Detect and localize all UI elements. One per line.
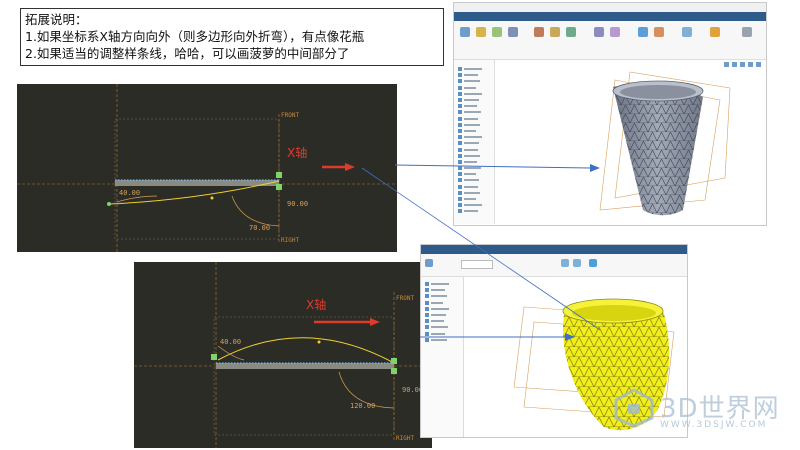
watermark-url: WWW.3DSJW.COM [660, 420, 768, 430]
connector-bottom-arrow-icon [565, 333, 575, 341]
connector-top-arrow-icon [590, 164, 600, 172]
connector-top [394, 164, 591, 169]
connector-diagonal [361, 167, 601, 331]
connector-lines [361, 164, 601, 341]
watermark-logo-icon [614, 388, 654, 428]
